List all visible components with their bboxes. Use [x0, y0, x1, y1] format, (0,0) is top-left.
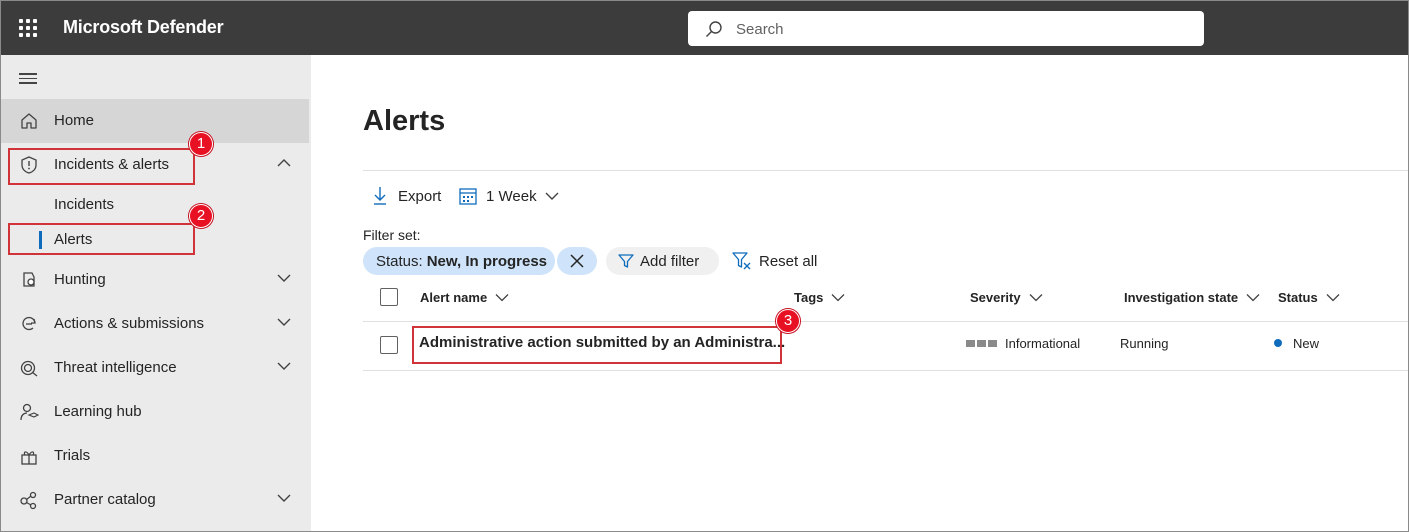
download-icon: [374, 187, 386, 205]
filter-icon: [618, 254, 634, 268]
chevron-down-icon: [1029, 294, 1043, 302]
sidebar-item-label: Incidents: [54, 196, 115, 213]
divider: [363, 370, 1408, 371]
chevron-down-icon[interactable]: [277, 273, 291, 283]
chevron-down-icon[interactable]: [277, 361, 291, 371]
learning-icon: [20, 403, 39, 421]
sidebar-item-learning-hub[interactable]: Learning hub: [1, 390, 309, 434]
sidebar-item-threat-intelligence[interactable]: Threat intelligence: [1, 346, 309, 390]
sidebar-item-label: Trials: [54, 447, 91, 464]
divider: [363, 170, 1408, 171]
app-title[interactable]: Microsoft Defender: [63, 17, 224, 38]
select-all-checkbox[interactable]: [380, 288, 398, 306]
column-label: Investigation state: [1124, 290, 1239, 305]
time-range-label: 1 Week: [486, 187, 537, 205]
chevron-down-icon: [831, 294, 845, 302]
calendar-icon: [459, 188, 477, 205]
collapse-nav-icon[interactable]: [19, 73, 37, 87]
sidebar-item-home[interactable]: Home: [1, 99, 309, 143]
chevron-down-icon: [545, 192, 559, 200]
add-filter-label: Add filter: [640, 252, 700, 270]
callout-box-1: [8, 148, 195, 185]
callout-badge-2: 2: [189, 204, 213, 228]
hunting-icon: [23, 272, 35, 287]
page-title: Alerts: [363, 105, 446, 137]
sidebar-item-hunting[interactable]: Hunting: [1, 258, 309, 302]
close-icon: [570, 254, 584, 268]
actions-icon: [22, 316, 36, 331]
search-icon: [706, 21, 722, 37]
reset-all-button[interactable]: Reset all: [732, 251, 817, 271]
search-placeholder: Search: [736, 21, 784, 38]
sidebar-item-partner-catalog[interactable]: Partner catalog: [1, 478, 309, 522]
sidebar-item-incidents[interactable]: Incidents: [1, 188, 309, 222]
column-label: Severity: [970, 290, 1021, 305]
column-label: Tags: [794, 290, 824, 305]
column-header-alert-name[interactable]: Alert name: [420, 290, 509, 305]
chevron-down-icon[interactable]: [277, 493, 291, 503]
chevron-down-icon: [1326, 294, 1340, 302]
sidebar-item-label: Learning hub: [54, 403, 142, 420]
sidebar-item-label: Home: [54, 112, 95, 129]
column-header-investigation-state[interactable]: Investigation state: [1124, 290, 1260, 305]
column-header-status[interactable]: Status: [1278, 290, 1340, 305]
partner-icon: [20, 491, 37, 510]
row-checkbox[interactable]: [380, 336, 398, 354]
app-launcher-icon[interactable]: [19, 19, 37, 37]
chevron-down-icon: [495, 294, 509, 302]
chevron-down-icon: [1246, 294, 1260, 302]
status-filter-pill[interactable]: Status: New, In progress: [363, 247, 555, 275]
app-window: Microsoft Defender Search Home Incidents…: [0, 0, 1409, 532]
alert-severity: Informational: [1005, 336, 1081, 351]
alert-status: New: [1293, 336, 1320, 351]
export-label: Export: [398, 187, 442, 205]
column-header-severity[interactable]: Severity: [970, 290, 1043, 305]
clear-filter-icon: [732, 252, 751, 270]
add-filter-button[interactable]: Add filter: [606, 247, 719, 275]
callout-badge-1: 1: [189, 132, 213, 156]
threat-intel-icon: [20, 360, 38, 377]
time-range-dropdown[interactable]: 1 Week: [459, 183, 559, 209]
reset-all-label: Reset all: [759, 252, 818, 270]
sidebar-item-label: Hunting: [54, 271, 106, 288]
sidebar: Home Incidents & alerts Incidents Alerts…: [1, 55, 311, 531]
callout-badge-3: 3: [776, 309, 800, 333]
column-header-tags[interactable]: Tags: [794, 290, 845, 305]
severity-bars-icon: [966, 340, 997, 347]
column-label: Alert name: [420, 290, 488, 305]
trials-icon: [21, 451, 37, 465]
callout-box-2: [8, 223, 195, 255]
chevron-up-icon[interactable]: [277, 158, 291, 168]
export-button[interactable]: Export: [372, 183, 441, 209]
divider: [363, 321, 1408, 322]
filter-set-label: Filter set:: [363, 227, 421, 243]
filter-prefix: Status:: [376, 252, 423, 270]
status-dot-icon: [1274, 339, 1282, 347]
filter-value: New, In progress: [426, 252, 548, 270]
sidebar-item-trials[interactable]: Trials: [1, 434, 309, 478]
sidebar-item-label: Partner catalog: [54, 491, 156, 508]
alert-investigation-state: Running: [1120, 336, 1169, 351]
sidebar-item-label: Threat intelligence: [54, 359, 177, 376]
sidebar-item-label: Actions & submissions: [54, 315, 205, 332]
search-input[interactable]: Search: [688, 11, 1204, 46]
chevron-down-icon[interactable]: [277, 317, 291, 327]
top-bar: Microsoft Defender Search: [1, 1, 1408, 55]
remove-filter-button[interactable]: [557, 247, 597, 275]
sidebar-item-actions-submissions[interactable]: Actions & submissions: [1, 302, 309, 346]
home-icon: [21, 113, 37, 129]
column-label: Status: [1278, 290, 1318, 305]
callout-box-3: [412, 326, 782, 364]
